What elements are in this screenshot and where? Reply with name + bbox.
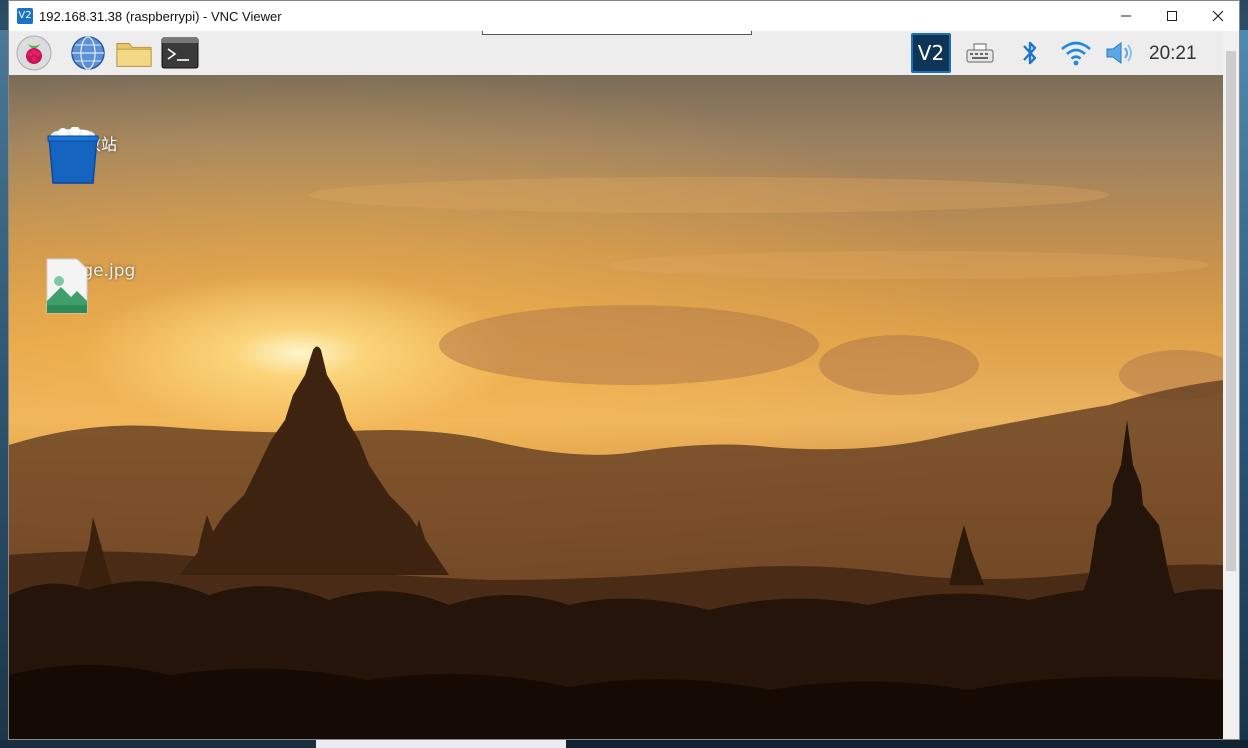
maximize-icon — [1167, 11, 1177, 21]
landscape-silhouette — [9, 177, 1223, 739]
desktop-icon-image-file[interactable]: image.jpg — [45, 257, 141, 314]
host-desktop-right-edge — [1240, 30, 1248, 748]
web-browser-icon — [71, 36, 105, 70]
keyboard-tray-button[interactable] — [961, 35, 999, 71]
vnc-server-tray-button[interactable]: V2 — [911, 33, 951, 73]
minimize-icon — [1121, 15, 1131, 17]
file-manager-button[interactable] — [115, 35, 153, 71]
bluetooth-icon — [1023, 41, 1037, 65]
vnc-app-icon: V2 — [17, 8, 33, 24]
taskbar-strip — [482, 31, 752, 35]
close-button[interactable] — [1195, 1, 1239, 31]
minimize-button[interactable] — [1103, 1, 1149, 31]
host-desktop-left-edge — [0, 30, 8, 748]
vertical-scrollbar[interactable] — [1223, 31, 1239, 739]
vnc-viewer-window: V2 192.168.31.38 (raspberrypi) - VNC Vie… — [8, 0, 1240, 740]
keyboard-icon — [966, 43, 994, 63]
wifi-icon — [1061, 41, 1091, 66]
terminal-icon — [161, 37, 199, 69]
volume-tray-button[interactable] — [1101, 35, 1139, 71]
window-titlebar[interactable]: V2 192.168.31.38 (raspberrypi) - VNC Vie… — [9, 1, 1239, 31]
host-desktop-bottom-edge — [0, 740, 1248, 748]
web-browser-button[interactable] — [69, 35, 107, 71]
scroll-up-arrow[interactable] — [1223, 31, 1239, 47]
window-title: 192.168.31.38 (raspberrypi) - VNC Viewer — [39, 9, 282, 24]
desktop-wallpaper: 回收站 image.jpg — [9, 75, 1223, 739]
taskbar-clock[interactable]: 20:21 — [1149, 43, 1197, 65]
raspberry-menu-button[interactable] — [15, 35, 53, 71]
scroll-down-arrow[interactable] — [1223, 725, 1239, 739]
desktop-icon-trash[interactable]: 回收站 — [45, 127, 141, 184]
file-manager-icon — [116, 43, 152, 67]
terminal-button[interactable] — [161, 35, 199, 71]
bluetooth-tray-button[interactable] — [1011, 35, 1049, 71]
pi-taskbar: V2 20:21 — [9, 31, 1223, 75]
maximize-button[interactable] — [1149, 1, 1195, 31]
trash-icon — [47, 127, 99, 184]
image-file-icon — [46, 258, 88, 314]
remote-desktop[interactable]: V2 20:21 image.jpg — [9, 31, 1223, 739]
host-window-fragment — [316, 740, 566, 748]
host-window-fragment-dark — [566, 740, 1248, 748]
scroll-thumb[interactable] — [1226, 51, 1236, 571]
volume-icon — [1106, 42, 1132, 64]
close-icon — [1212, 10, 1224, 22]
wifi-tray-button[interactable] — [1057, 35, 1095, 71]
raspberry-menu-icon — [16, 35, 52, 71]
